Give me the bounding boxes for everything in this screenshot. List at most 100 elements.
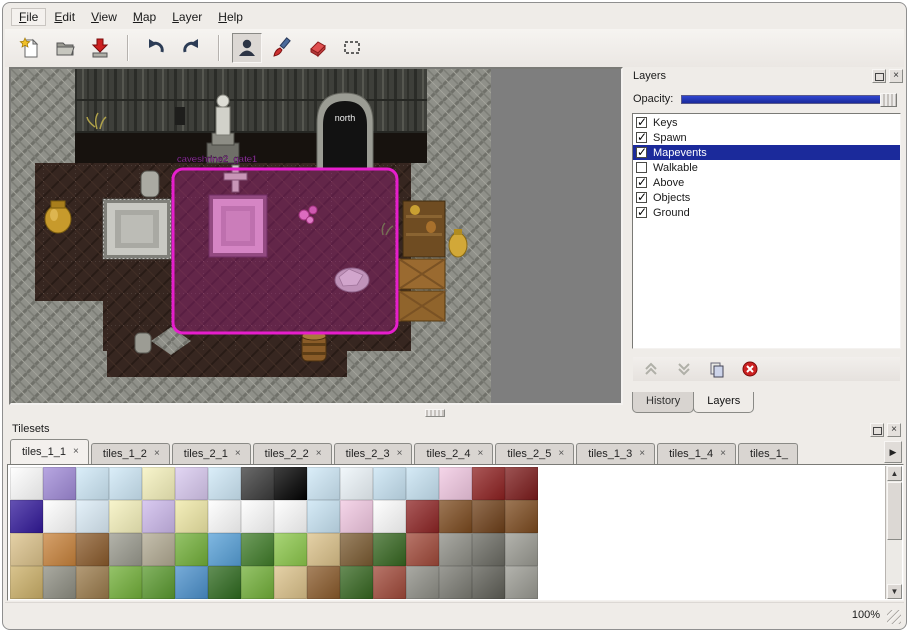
palette-tile[interactable] (10, 533, 43, 566)
raise-layer-button[interactable] (641, 359, 661, 379)
opacity-slider-handle[interactable] (880, 93, 897, 107)
resize-grip[interactable] (887, 610, 901, 624)
palette-tile[interactable] (373, 533, 406, 566)
palette-tile[interactable] (373, 467, 406, 500)
menu-item-view[interactable]: View (83, 8, 125, 26)
duplicate-layer-button[interactable] (707, 359, 727, 379)
palette-tile[interactable] (307, 467, 340, 500)
palette-tile[interactable] (241, 566, 274, 599)
palette-tile[interactable] (406, 566, 439, 599)
palette-tile[interactable] (10, 566, 43, 599)
palette-tile[interactable] (472, 533, 505, 566)
palette-tile[interactable] (43, 566, 76, 599)
map-viewport[interactable]: north caveshrine2_gate1 (9, 67, 623, 405)
palette-tile[interactable] (439, 566, 472, 599)
layer-checkbox[interactable] (636, 117, 647, 128)
menu-item-edit[interactable]: Edit (46, 8, 83, 26)
tab-close-icon[interactable]: × (316, 449, 322, 459)
layer-checkbox[interactable] (636, 162, 647, 173)
layer-checkbox[interactable] (636, 132, 647, 143)
palette-tile[interactable] (274, 500, 307, 533)
layer-row[interactable]: Spawn (633, 130, 900, 145)
palette-tile[interactable] (175, 500, 208, 533)
scroll-down-icon[interactable]: ▼ (887, 584, 902, 599)
tileset-tab[interactable]: tiles_2_3 × (334, 443, 413, 464)
float-dock-icon[interactable] (872, 69, 886, 83)
palette-tile[interactable] (274, 467, 307, 500)
palette-tile[interactable] (76, 566, 109, 599)
layer-checkbox[interactable] (636, 147, 647, 158)
delete-layer-button[interactable] (740, 359, 760, 379)
layer-row[interactable]: Mapevents (633, 145, 900, 160)
layer-row[interactable]: Keys (633, 115, 900, 130)
palette-tile[interactable] (406, 533, 439, 566)
palette-tile[interactable] (76, 500, 109, 533)
scroll-up-icon[interactable]: ▲ (887, 466, 902, 481)
palette-tile[interactable] (142, 566, 175, 599)
horizontal-splitter[interactable] (9, 407, 623, 419)
palette-tile[interactable] (406, 467, 439, 500)
select-tool-button[interactable] (337, 33, 367, 63)
tab-close-icon[interactable]: × (397, 449, 403, 459)
palette-tile[interactable] (109, 566, 142, 599)
palette-tile[interactable] (43, 467, 76, 500)
palette-tile[interactable] (505, 500, 538, 533)
palette-tile[interactable] (472, 566, 505, 599)
palette-tile[interactable] (505, 467, 538, 500)
tileset-tab[interactable]: tiles_2_2 × (253, 443, 332, 464)
palette-tile[interactable] (142, 467, 175, 500)
palette-tile[interactable] (373, 566, 406, 599)
palette-tile[interactable] (175, 566, 208, 599)
palette-tile[interactable] (274, 566, 307, 599)
layer-checkbox[interactable] (636, 192, 647, 203)
palette-tile[interactable] (373, 500, 406, 533)
palette-tile[interactable] (505, 566, 538, 599)
eraser-tool-button[interactable] (302, 33, 332, 63)
tab-close-icon[interactable]: × (639, 449, 645, 459)
float-dock-icon[interactable] (870, 423, 884, 437)
tileset-tab[interactable]: tiles_2_4 × (414, 443, 493, 464)
selection-overlay[interactable] (173, 169, 397, 333)
palette-tile[interactable] (76, 467, 109, 500)
palette-tile[interactable] (241, 500, 274, 533)
palette-tile[interactable] (340, 566, 373, 599)
palette-tile[interactable] (241, 533, 274, 566)
close-dock-icon[interactable]: × (889, 69, 903, 83)
palette-tile[interactable] (175, 467, 208, 500)
palette-tile[interactable] (208, 467, 241, 500)
tileset-tab[interactable]: tiles_1_ (738, 443, 798, 464)
palette-tile[interactable] (208, 500, 241, 533)
menu-item-file[interactable]: File (11, 8, 46, 26)
opacity-slider[interactable] (681, 95, 896, 104)
stamp-tool-button[interactable] (232, 33, 262, 63)
palette-tile[interactable] (505, 533, 538, 566)
palette-tile[interactable] (340, 467, 373, 500)
palette-tile[interactable] (208, 533, 241, 566)
layer-row[interactable]: Ground (633, 205, 900, 220)
palette-tile[interactable] (43, 500, 76, 533)
palette-tile[interactable] (241, 467, 274, 500)
open-button[interactable] (50, 33, 80, 63)
palette-tile[interactable] (340, 533, 373, 566)
palette-tile[interactable] (109, 533, 142, 566)
palette-tile[interactable] (307, 533, 340, 566)
tab-close-icon[interactable]: × (558, 449, 564, 459)
tileset-tab[interactable]: tiles_1_4 × (657, 443, 736, 464)
palette-scrollbar[interactable]: ▲ ▼ (885, 466, 902, 599)
tileset-tab[interactable]: tiles_1_2 × (91, 443, 170, 464)
palette-tile[interactable] (175, 533, 208, 566)
tab-layers[interactable]: Layers (693, 392, 754, 413)
layer-row[interactable]: Walkable (633, 160, 900, 175)
menu-item-help[interactable]: Help (210, 8, 251, 26)
splitter-grip[interactable] (425, 409, 445, 417)
palette-tile[interactable] (307, 566, 340, 599)
tab-close-icon[interactable]: × (235, 449, 241, 459)
palette-tile[interactable] (43, 533, 76, 566)
palette-tile[interactable] (472, 500, 505, 533)
tab-close-icon[interactable]: × (720, 449, 726, 459)
tab-history[interactable]: History (632, 392, 694, 413)
palette-tile[interactable] (439, 500, 472, 533)
layer-row[interactable]: Objects (633, 190, 900, 205)
palette-tile[interactable] (208, 566, 241, 599)
tileset-tab[interactable]: tiles_2_1 × (172, 443, 251, 464)
